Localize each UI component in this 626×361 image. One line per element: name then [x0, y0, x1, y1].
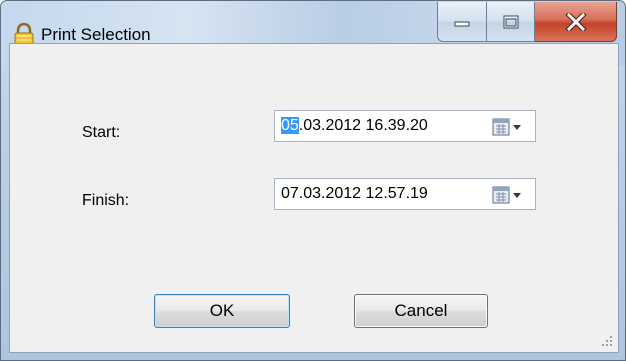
finish-label: Finish:	[82, 192, 130, 209]
cancel-button[interactable]: Cancel	[354, 294, 488, 328]
start-day-selection: 05	[281, 117, 299, 134]
window-title: Print Selection	[41, 25, 151, 44]
calendar-dropdown-icon[interactable]	[487, 185, 529, 205]
start-label: Start:	[82, 124, 121, 141]
minimize-button[interactable]	[437, 2, 487, 42]
close-icon	[564, 12, 587, 31]
dialog-client-area: Start: 05.03.2012 16.39.20 Finish: 07.03…	[9, 43, 619, 353]
maximize-button[interactable]	[487, 2, 535, 42]
finish-datetime-picker[interactable]: 07.03.2012 12.57.19	[274, 178, 536, 210]
maximize-icon	[503, 15, 518, 28]
start-datetime-picker[interactable]: 05.03.2012 16.39.20	[274, 110, 536, 142]
ok-button[interactable]: OK	[154, 294, 290, 328]
calendar-dropdown-icon[interactable]	[487, 117, 529, 137]
resize-grip-icon[interactable]	[600, 334, 614, 348]
start-datetime-rest: .03.2012 16.39.20	[298, 117, 428, 134]
minimize-icon	[454, 21, 470, 26]
caption-buttons	[437, 2, 617, 44]
print-selection-window: Print Selection Start: 05.03.2012 16.39.…	[0, 0, 626, 361]
close-button[interactable]	[535, 2, 617, 42]
finish-datetime-value[interactable]: 07.03.2012 12.57.19	[281, 185, 428, 203]
start-datetime-value[interactable]: 05.03.2012 16.39.20	[281, 117, 428, 135]
